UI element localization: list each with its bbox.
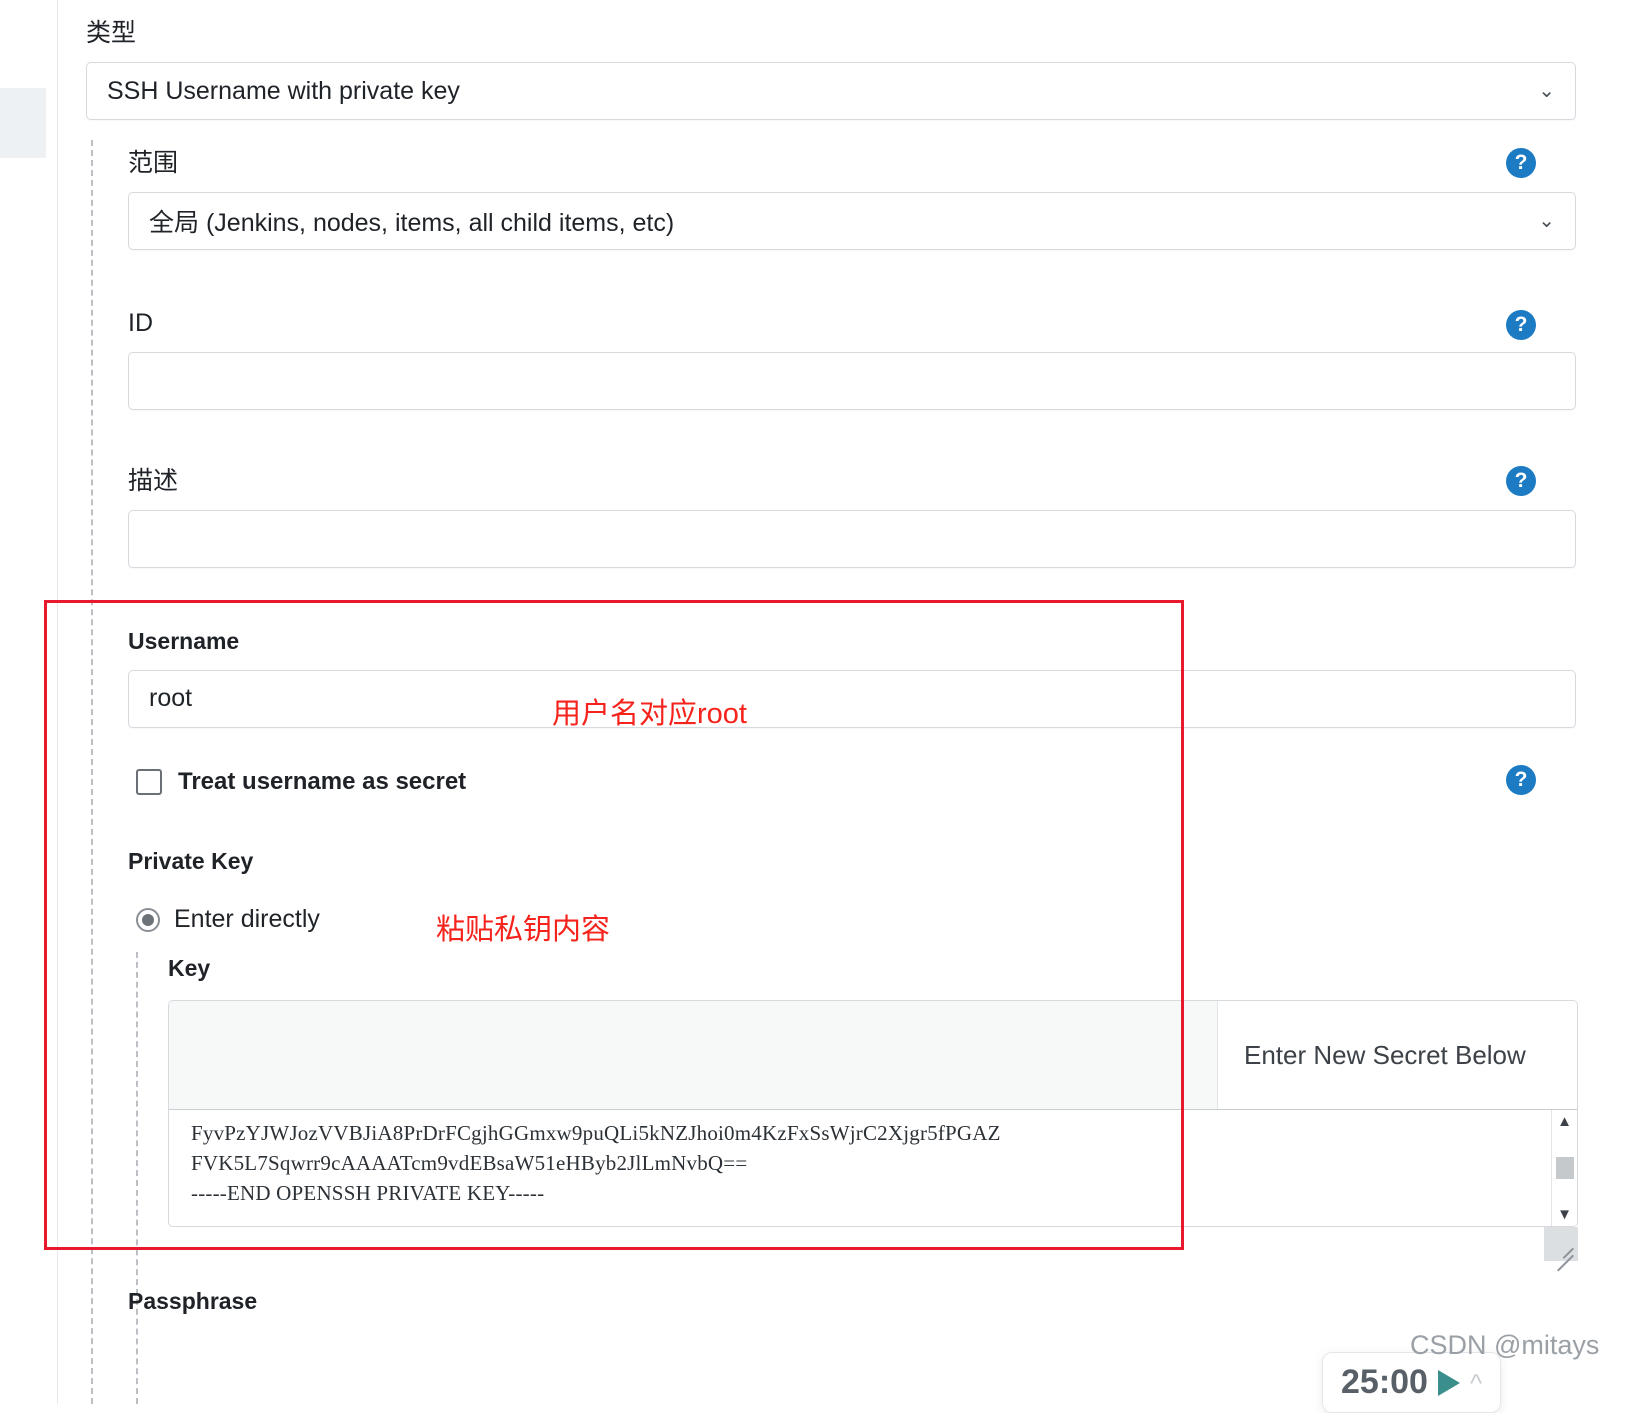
annotation-username-note: 用户名对应root [552, 698, 747, 730]
scrollbar-thumb[interactable] [1555, 1157, 1574, 1179]
chevron-down-icon: ⌄ [1538, 210, 1555, 232]
left-rail [0, 0, 58, 1404]
key-secret-field[interactable]: Enter New Secret Below FyvPzYJWJozVVBJiA… [168, 1000, 1578, 1261]
enter-directly-label: Enter directly [174, 905, 320, 933]
play-icon[interactable] [1437, 1369, 1460, 1396]
scope-label: 范围 [128, 149, 179, 177]
passphrase-label: Passphrase [128, 1288, 258, 1314]
field-scope: 范围 全局 (Jenkins, nodes, items, all child … [128, 148, 1576, 250]
csdn-watermark: CSDN @mitays [1410, 1330, 1600, 1360]
type-select[interactable]: SSH Username with private key ⌄ [86, 62, 1576, 120]
key-enter-new-secret-note: Enter New Secret Below [1217, 1001, 1577, 1109]
chevron-up-icon[interactable]: ^ [1470, 1370, 1482, 1396]
private-key-section: Private Key [128, 848, 253, 890]
description-help-icon[interactable]: ? [1506, 466, 1536, 496]
username-label: Username [128, 628, 240, 654]
annotation-private-key-note: 粘贴私钥内容 [436, 914, 611, 946]
chevron-down-icon: ⌄ [1538, 80, 1555, 102]
field-description: 描述 [128, 466, 1576, 568]
scroll-down-icon[interactable]: ▼ [1557, 1207, 1572, 1222]
scope-select-value: 全局 (Jenkins, nodes, items, all child ite… [149, 203, 674, 239]
field-type: 类型 SSH Username with private key ⌄ [86, 18, 1576, 120]
treat-username-as-secret-checkbox[interactable] [136, 769, 162, 795]
id-input[interactable] [128, 352, 1576, 410]
key-line-1: FyvPzYJWJozVVBJiA8PrDrFCgjhGGmxw9puQLi5k… [191, 1121, 1001, 1145]
description-input[interactable] [128, 510, 1576, 568]
treat-username-help-icon[interactable]: ? [1506, 765, 1536, 795]
scope-select[interactable]: 全局 (Jenkins, nodes, items, all child ite… [128, 192, 1576, 250]
treat-username-as-secret-label: Treat username as secret [178, 768, 467, 795]
key-line-2: FVK5L7Sqwrr9cAAAATcm9vdEBsaW51eHByb2JlLm… [191, 1151, 748, 1175]
scope-help-icon[interactable]: ? [1506, 148, 1536, 178]
key-line-3: -----END OPENSSH PRIVATE KEY----- [191, 1181, 545, 1205]
description-label: 描述 [128, 467, 179, 495]
key-textarea-scrollbar[interactable]: ▲ ▼ [1551, 1110, 1577, 1226]
scope-value-en: (Jenkins, nodes, items, all child items,… [199, 209, 675, 237]
field-id: ID [128, 308, 1576, 410]
private-key-label: Private Key [128, 848, 254, 874]
treat-username-as-secret-row[interactable]: Treat username as secret [136, 768, 466, 796]
enter-directly-radio-row[interactable]: Enter directly [136, 905, 320, 934]
field-username: Username root [128, 628, 1576, 728]
form-nesting-guide-main [91, 140, 93, 1404]
credentials-form-page: 类型 SSH Username with private key ⌄ 范围 全局… [44, 0, 1650, 1413]
key-masked-area[interactable] [169, 1001, 1217, 1109]
key-label-wrap: Key [168, 955, 210, 997]
scroll-up-icon[interactable]: ▲ [1557, 1114, 1572, 1129]
passphrase-section: Passphrase [128, 1288, 257, 1330]
enter-directly-radio[interactable] [136, 907, 160, 932]
id-label: ID [128, 309, 153, 337]
timer-time: 25:00 [1341, 1363, 1428, 1401]
form-nesting-guide-key [136, 952, 138, 1404]
sidebar-active-chip [0, 88, 46, 158]
type-select-value: SSH Username with private key [107, 76, 460, 105]
scope-value-cn: 全局 [149, 209, 200, 237]
key-textarea-resize-handle[interactable] [1544, 1227, 1578, 1261]
id-help-icon[interactable]: ? [1506, 310, 1536, 340]
key-secret-top: Enter New Secret Below [168, 1000, 1578, 1109]
type-label: 类型 [86, 19, 137, 47]
username-input[interactable]: root [128, 669, 1576, 728]
key-label: Key [168, 955, 211, 981]
key-textarea[interactable]: FyvPzYJWJozVVBJiA8PrDrFCgjhGGmxw9puQLi5k… [168, 1109, 1578, 1227]
